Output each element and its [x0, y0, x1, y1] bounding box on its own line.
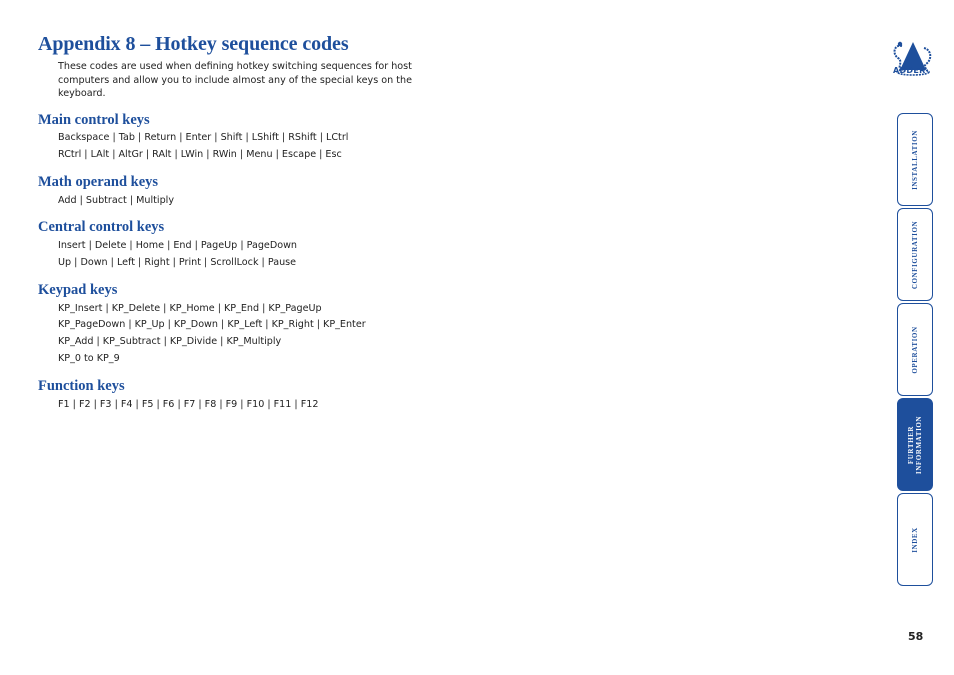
tab-label: INDEX: [911, 526, 919, 553]
tab-operation[interactable]: OPERATION: [897, 303, 933, 396]
tab-label-line2: INFORMATION: [915, 415, 923, 474]
tab-label-line1: FURTHER: [907, 425, 915, 464]
key-line: Insert | Delete | Home | End | PageUp | …: [58, 240, 298, 251]
key-line: Backspace | Tab | Return | Enter | Shift…: [58, 132, 349, 143]
tab-configuration[interactable]: CONFIGURATION: [897, 208, 933, 301]
logo-text: ADDER: [893, 66, 926, 75]
key-line: F1 | F2 | F3 | F4 | F5 | F6 | F7 | F8 | …: [58, 399, 319, 410]
heading-main-control-keys: Main control keys: [38, 112, 150, 128]
tab-label: INSTALLATION: [911, 129, 919, 190]
heading-math-operand-keys: Math operand keys: [38, 174, 159, 190]
heading-central-control-keys: Central control keys: [38, 219, 165, 235]
key-line: Up | Down | Left | Right | Print | Scrol…: [58, 257, 297, 268]
key-line: KP_0 to KP_9: [58, 353, 120, 364]
page-number: 58: [908, 630, 924, 643]
key-line: RCtrl | LAlt | AltGr | RAlt | LWin | RWi…: [58, 149, 342, 160]
key-line: KP_PageDown | KP_Up | KP_Down | KP_Left …: [58, 319, 366, 330]
key-line: KP_Insert | KP_Delete | KP_Home | KP_End…: [58, 303, 322, 314]
page-title: Appendix 8 – Hotkey sequence codes: [38, 33, 349, 55]
intro-paragraph: These codes are used when defining hotke…: [58, 61, 413, 99]
key-line: KP_Add | KP_Subtract | KP_Divide | KP_Mu…: [58, 336, 282, 347]
tab-installation[interactable]: INSTALLATION: [897, 113, 933, 206]
tab-index[interactable]: INDEX: [897, 493, 933, 586]
tab-label: CONFIGURATION: [911, 220, 919, 289]
heading-keypad-keys: Keypad keys: [38, 282, 118, 298]
tab-label: FURTHER INFORMATION: [907, 415, 923, 473]
tab-label: OPERATION: [911, 325, 919, 374]
key-line: Add | Subtract | Multiply: [58, 195, 175, 206]
tab-further-information[interactable]: FURTHER INFORMATION: [897, 398, 933, 491]
heading-function-keys: Function keys: [38, 378, 125, 394]
